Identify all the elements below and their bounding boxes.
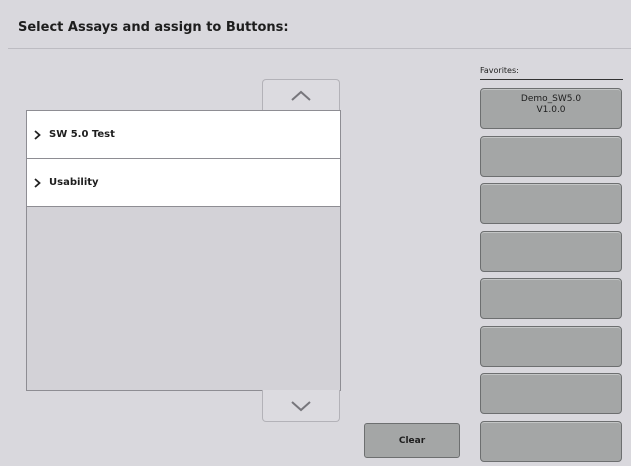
favorites-divider <box>480 79 623 80</box>
page-title: Select Assays and assign to Buttons: <box>18 20 289 35</box>
chevron-up-icon <box>291 90 311 101</box>
favorite-button-6[interactable] <box>480 326 622 367</box>
clear-button[interactable]: Clear <box>364 423 460 458</box>
title-divider <box>8 48 631 49</box>
favorite-button-7[interactable] <box>480 373 622 414</box>
favorite-button-4[interactable] <box>480 231 622 272</box>
favorite-button-3[interactable] <box>480 183 622 224</box>
scroll-up-button[interactable] <box>262 79 340 111</box>
scroll-down-button[interactable] <box>262 390 340 422</box>
list-item-label: SW 5.0 Test <box>49 129 115 140</box>
list-item-sw-5-0-test[interactable]: SW 5.0 Test <box>27 111 340 159</box>
favorite-button-1[interactable]: Demo_SW5.0 V1.0.0 <box>480 88 622 129</box>
favorites-label: Favorites: <box>480 66 519 75</box>
assay-list[interactable]: SW 5.0 Test Usability <box>26 110 341 391</box>
favorite-button-8[interactable] <box>480 421 622 462</box>
favorite-button-5[interactable] <box>480 278 622 319</box>
chevron-down-icon <box>291 400 311 411</box>
chevron-right-icon <box>34 177 44 189</box>
favorite-button-2[interactable] <box>480 136 622 177</box>
chevron-right-icon <box>34 129 44 141</box>
favorite-button-line2: V1.0.0 <box>536 105 566 115</box>
favorite-button-line1: Demo_SW5.0 <box>520 94 582 104</box>
list-item-usability[interactable]: Usability <box>27 159 340 207</box>
list-item-label: Usability <box>49 177 99 188</box>
